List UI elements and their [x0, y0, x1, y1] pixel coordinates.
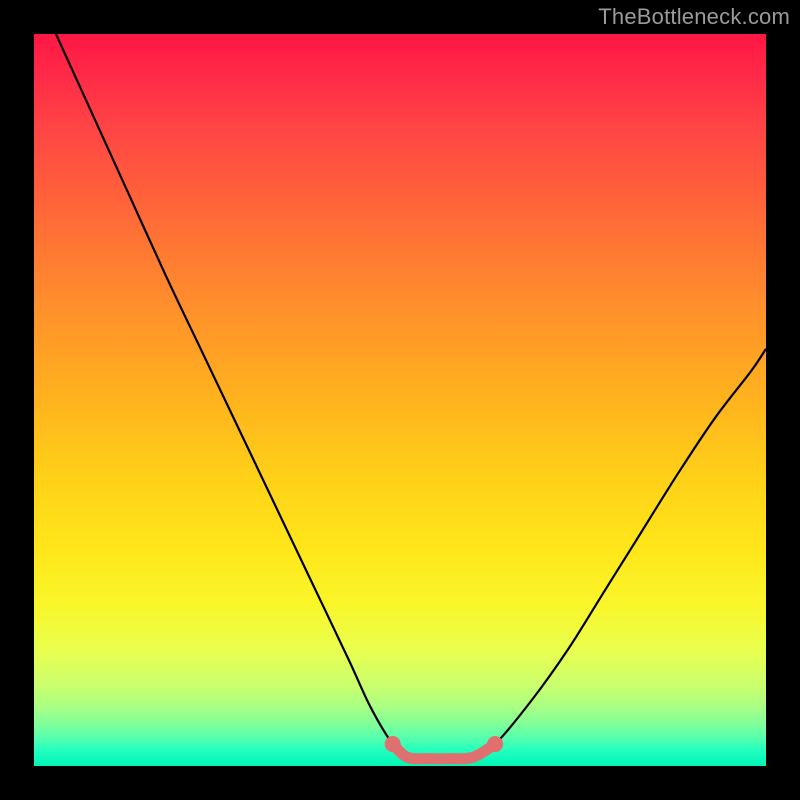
- watermark-text: TheBottleneck.com: [598, 4, 790, 30]
- optimal-range-marker: [393, 744, 495, 759]
- chart-frame: TheBottleneck.com: [0, 0, 800, 800]
- plot-area: [34, 34, 766, 766]
- bottleneck-curve: [56, 34, 766, 759]
- curve-path: [56, 34, 766, 759]
- chart-svg: [34, 34, 766, 766]
- marker-endcap: [487, 736, 503, 752]
- marker-endcap: [385, 736, 401, 752]
